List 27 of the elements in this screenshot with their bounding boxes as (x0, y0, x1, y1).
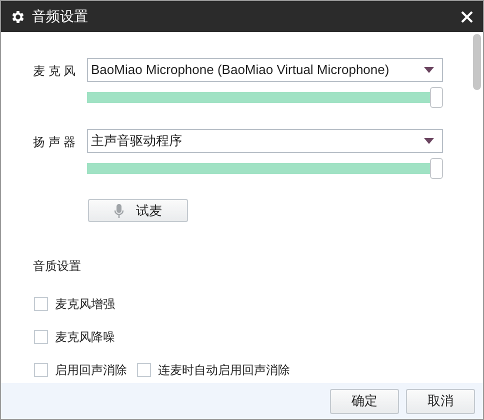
checkbox-option[interactable]: 麦克风增强 (34, 295, 115, 313)
slider-thumb[interactable] (430, 158, 443, 178)
checkbox-option[interactable]: 连麦时自动启用回声消除 (137, 361, 290, 379)
test-mic-button[interactable]: 试麦 (88, 199, 188, 222)
checkbox[interactable] (137, 363, 151, 377)
dropdown-arrow-icon (424, 138, 434, 144)
checkbox[interactable] (34, 363, 48, 377)
section-title: 音质设置 (33, 258, 82, 275)
dialog-button[interactable]: 取消 (406, 388, 475, 414)
checkbox-option[interactable]: 启用回声消除 (34, 361, 127, 379)
dropdown-arrow-icon (424, 67, 434, 73)
device-dropdown[interactable]: BaoMiao Microphone (BaoMiao Virtual Microphone) (87, 58, 443, 82)
device-dropdown[interactable]: 主声音驱动程序 (87, 129, 443, 153)
checkbox[interactable] (34, 297, 48, 311)
volume-slider[interactable] (87, 86, 443, 108)
window-title: 音频设置 (32, 7, 89, 26)
device-label: 麦 克 风 (33, 63, 77, 78)
device-label: 扬 声 器 (33, 134, 77, 149)
microphone-icon (114, 204, 124, 218)
close-icon[interactable] (461, 10, 473, 22)
checkbox[interactable] (34, 330, 48, 344)
slider-thumb[interactable] (430, 86, 443, 108)
volume-slider[interactable] (87, 157, 443, 179)
scrollbar-thumb[interactable] (473, 34, 481, 90)
dialog-button[interactable]: 确定 (330, 388, 399, 414)
settings-icon (10, 8, 26, 24)
checkbox-option[interactable]: 麦克风降噪 (34, 328, 115, 346)
